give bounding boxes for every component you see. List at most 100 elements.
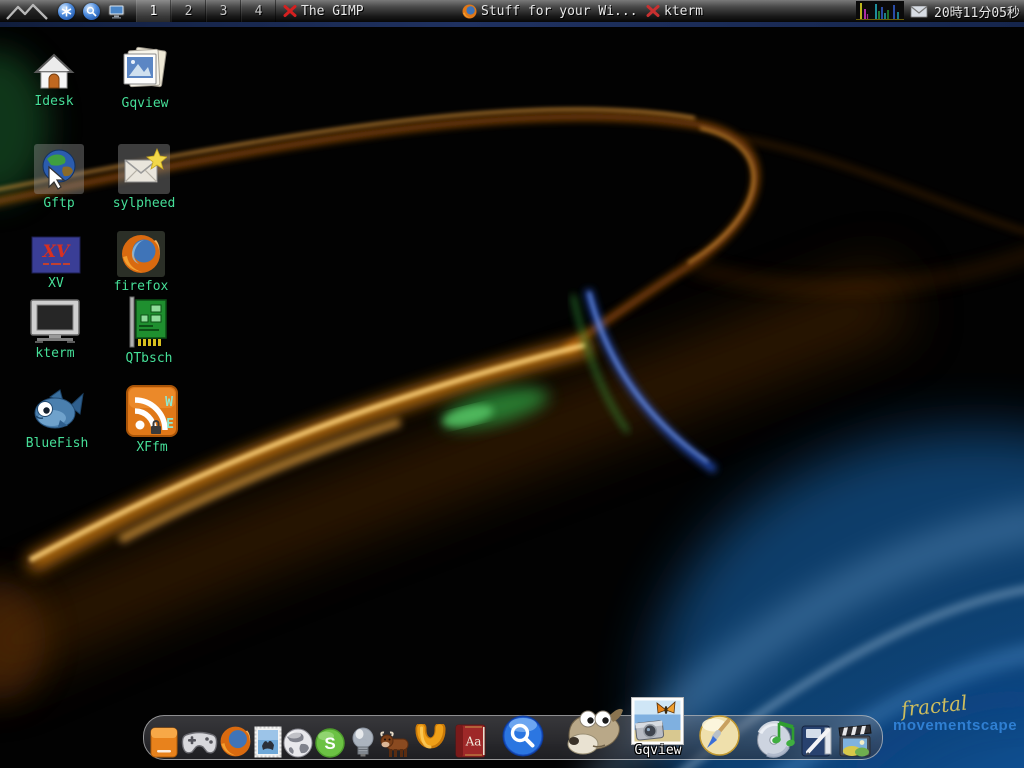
- paint-brush-glyph: [699, 715, 740, 756]
- orb-asterisk-icon[interactable]: [58, 3, 75, 20]
- mountains-logo-icon[interactable]: [4, 1, 50, 21]
- desktop-icon-label: kterm: [35, 347, 74, 360]
- taskbar-item-kterm[interactable]: kterm: [646, 0, 703, 22]
- gimp-wilber-glyph: [563, 702, 625, 758]
- desktop-icon-label: sylpheed: [113, 197, 176, 210]
- drive-glyph: [150, 727, 178, 758]
- workspace-2[interactable]: 2: [171, 0, 206, 22]
- envelope-star-glyph: [121, 148, 167, 190]
- wallpaper-signature: fractal movementscape: [893, 696, 1017, 733]
- dock-movie-clapper-icon[interactable]: [837, 724, 872, 758]
- workspace-4[interactable]: 4: [241, 0, 276, 22]
- desktop-icon-idesk[interactable]: Idesk: [8, 52, 100, 108]
- monitor-icon: [27, 298, 83, 344]
- xffm-rss-icon: W E: [125, 384, 179, 438]
- system-monitor-graph: [856, 1, 904, 21]
- dock-removable-drive-icon[interactable]: [150, 727, 178, 758]
- sylpheed-mail-icon: [118, 144, 170, 194]
- desktop-icon-gqview[interactable]: Gqview: [99, 46, 191, 110]
- globe-glyph: [283, 728, 313, 758]
- dock-web-globe-icon[interactable]: [283, 728, 313, 758]
- skype-glyph: S: [315, 728, 345, 758]
- desktop-icon-label: Idesk: [34, 95, 73, 108]
- taskbar-item-gimp[interactable]: The GIMP: [283, 0, 364, 22]
- desktop-icon-xffm[interactable]: W E XFfm: [106, 384, 198, 454]
- xffm-letter-bottom: E: [166, 417, 174, 432]
- magnifier-glyph: [86, 6, 97, 17]
- signature-line1: fractal: [900, 693, 968, 720]
- asterisk-glyph: [61, 6, 72, 17]
- dock-search-icon[interactable]: [502, 715, 544, 757]
- workspace-1[interactable]: 1: [136, 0, 171, 22]
- dock-gamepad-icon[interactable]: [181, 731, 218, 757]
- desktop-icon-kterm[interactable]: kterm: [9, 298, 101, 360]
- xffm-letter-top: W: [165, 395, 173, 410]
- envelope-icon[interactable]: [910, 5, 928, 18]
- music-cd-glyph: [755, 717, 798, 758]
- dictionary-glyph: Aa: [455, 724, 486, 758]
- dock-gqview-icon[interactable]: [630, 696, 685, 746]
- dock-music-cd-icon[interactable]: [755, 717, 798, 758]
- ox-glyph: [379, 731, 411, 758]
- workspace-3[interactable]: 3: [206, 0, 241, 22]
- desktop-icon-qtbsch[interactable]: QTbsch: [103, 295, 195, 365]
- panel-bottom-edge: [0, 22, 1024, 27]
- desktop-icon-label: XFfm: [136, 441, 167, 454]
- panel-launchers: [4, 0, 125, 22]
- desktop-icon-label: Gftp: [43, 197, 74, 210]
- xv-logo-icon: XV: [31, 236, 81, 274]
- desktop-icon-bluefish[interactable]: BlueFish: [11, 388, 103, 450]
- notebook-pen-glyph: [800, 724, 834, 758]
- dock-skype-icon[interactable]: S: [315, 728, 345, 758]
- top-panel: 1 2 3 4 The GIMP Stuff for your Wi... kt…: [0, 0, 1024, 22]
- desktop-icon-sylpheed[interactable]: sylpheed: [98, 144, 190, 210]
- firefox-glyph: [219, 725, 252, 758]
- xv-logo-text: XV: [42, 242, 71, 262]
- workspace-switcher: 1 2 3 4: [136, 0, 276, 22]
- stamp-glyph: [254, 726, 282, 758]
- task-label: The GIMP: [301, 4, 364, 19]
- firefox-icon-box: [117, 231, 165, 277]
- dock-light-bulb-icon[interactable]: [351, 727, 375, 758]
- skype-letter: S: [324, 734, 335, 753]
- gamepad-glyph: [181, 731, 218, 757]
- dock-notebook-pen-icon[interactable]: [800, 724, 834, 758]
- dock-gimp-icon[interactable]: [563, 702, 625, 758]
- bulb-glyph: [351, 727, 375, 758]
- dock-paint-brush-icon[interactable]: [699, 715, 740, 756]
- blue-fish-icon: [30, 388, 84, 434]
- desktop-icon-xv[interactable]: XV XV: [10, 236, 102, 290]
- desktop-icon-label: XV: [48, 277, 64, 290]
- firefox-icon: [462, 4, 477, 19]
- red-x-icon: [646, 4, 660, 18]
- firefox-icon: [120, 233, 162, 275]
- desktop-icon-label: BlueFish: [26, 437, 89, 450]
- task-label: kterm: [664, 4, 703, 19]
- dock-dictionary-icon[interactable]: Aa: [455, 724, 486, 758]
- panel-tray: 20時11分05秒: [856, 0, 1020, 22]
- task-label: Stuff for your Wi...: [481, 4, 638, 19]
- desktop-icon-label: QTbsch: [126, 352, 173, 365]
- gftp-globe-cursor-icon: [34, 144, 84, 194]
- globe-cursor-glyph: [37, 147, 81, 191]
- dock-mail-stamp-icon[interactable]: [254, 726, 282, 758]
- desktop-icon-firefox[interactable]: firefox: [95, 231, 187, 293]
- clapperboard-glyph: [837, 724, 872, 758]
- orb-search-icon[interactable]: [83, 3, 100, 20]
- desktop-icon-gftp[interactable]: Gftp: [13, 144, 105, 210]
- dock-ox-icon[interactable]: [379, 731, 411, 758]
- red-x-icon: [283, 4, 297, 18]
- display-icon[interactable]: [108, 4, 125, 19]
- office-glyph: [412, 724, 449, 759]
- dock-office-icon[interactable]: [412, 724, 449, 759]
- desktop-icon-label: Gqview: [122, 97, 169, 110]
- search-glyph: [502, 715, 544, 757]
- house-icon: [33, 52, 75, 92]
- pcb-card-icon: [127, 295, 171, 349]
- dock-gqview-label: Gqview: [628, 743, 688, 758]
- taskbar-item-firefox[interactable]: Stuff for your Wi...: [462, 0, 638, 22]
- dictionary-text: Aa: [465, 735, 482, 749]
- clock[interactable]: 20時11分05秒: [934, 2, 1020, 21]
- photo-stack-icon: [120, 46, 170, 94]
- dock-firefox-icon[interactable]: [219, 725, 252, 758]
